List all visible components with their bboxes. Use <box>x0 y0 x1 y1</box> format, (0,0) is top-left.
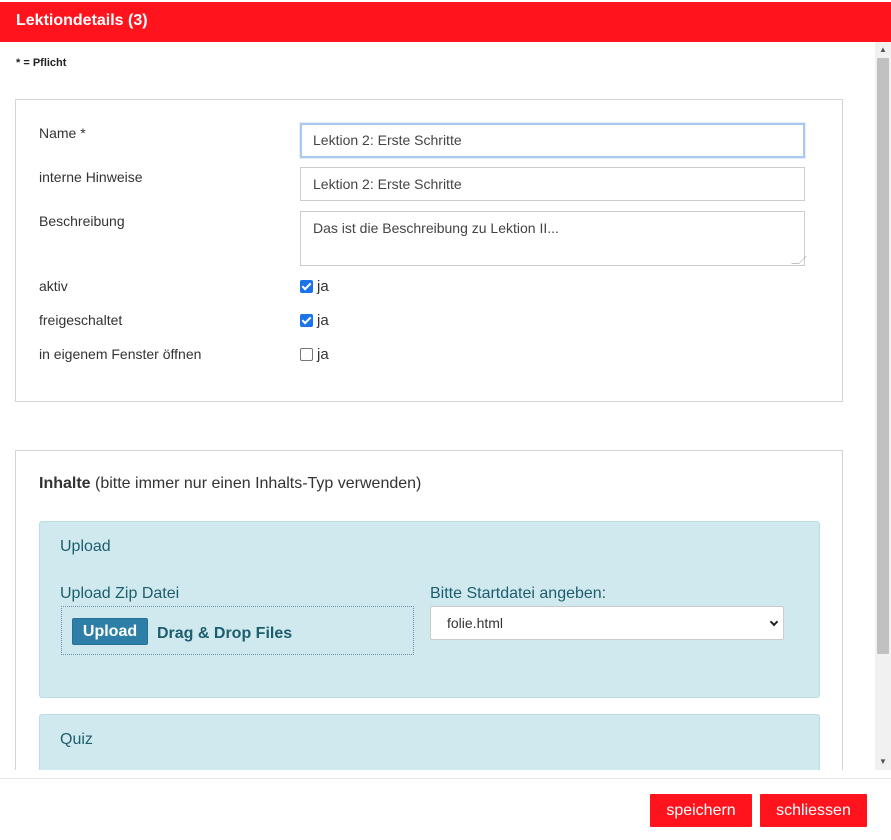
contents-heading-bold: Inhalte <box>39 475 91 492</box>
name-input-value: Lektion 2: Erste Schritte <box>313 132 462 148</box>
own-window-checkbox[interactable] <box>300 348 313 361</box>
active-label: aktiv <box>39 278 68 294</box>
contents-heading: Inhalte (bitte immer nur einen Inhalts-T… <box>39 475 421 493</box>
chevron-down-icon <box>769 617 779 627</box>
scroll-up-arrow-icon[interactable]: ▲ <box>875 42 891 58</box>
start-file-label: Bitte Startdatei angeben: <box>430 585 607 602</box>
unlocked-checkbox[interactable] <box>300 314 313 327</box>
name-label: Name * <box>39 125 86 141</box>
internal-notes-input[interactable]: Lektion 2: Erste Schritte <box>300 167 805 201</box>
own-window-checkbox-label: ja <box>317 346 329 363</box>
internal-notes-value: Lektion 2: Erste Schritte <box>313 176 462 192</box>
active-checkbox[interactable] <box>300 280 313 293</box>
start-file-value: folie.html <box>447 615 504 631</box>
upload-section-title: Upload <box>60 538 111 555</box>
save-button[interactable]: speichern <box>650 794 752 827</box>
name-input[interactable]: Lektion 2: Erste Schritte <box>300 123 805 158</box>
upload-section: Upload Upload Zip Datei Upload Drag & Dr… <box>39 521 820 698</box>
description-textarea[interactable]: Das ist die Beschreibung zu Lektion II..… <box>300 211 807 266</box>
dialog-footer: speichern schliessen <box>0 778 891 840</box>
own-window-label: in eigenem Fenster öffnen <box>39 346 202 362</box>
scrollbar-thumb[interactable] <box>877 58 889 654</box>
required-note: * = Pflicht <box>16 57 67 69</box>
description-value: Das ist die Beschreibung zu Lektion II..… <box>313 220 559 236</box>
quiz-section: Quiz <box>39 714 820 770</box>
quiz-section-title: Quiz <box>60 731 93 748</box>
dialog-title: Lektiondetails (3) <box>16 12 148 29</box>
dialog-body: * = Pflicht Name * Lektion 2: Erste Schr… <box>0 42 875 770</box>
internal-notes-label: interne Hinweise <box>39 169 143 185</box>
unlocked-checkbox-label: ja <box>317 312 329 329</box>
zip-upload-label: Upload Zip Datei <box>60 585 180 602</box>
scroll-down-arrow-icon[interactable]: ▼ <box>875 754 891 770</box>
active-checkbox-label: ja <box>317 278 329 295</box>
drag-drop-text: Drag & Drop Files <box>157 625 293 642</box>
vertical-scrollbar[interactable]: ▲ ▼ <box>875 42 891 770</box>
resize-grip-icon[interactable] <box>791 256 807 264</box>
contents-heading-hint: (bitte immer nur einen Inhalts-Typ verwe… <box>90 475 422 492</box>
unlocked-label: freigeschaltet <box>39 312 123 328</box>
close-button[interactable]: schliessen <box>760 794 867 827</box>
start-file-select[interactable]: folie.html <box>430 606 784 640</box>
contents-panel: Inhalte (bitte immer nur einen Inhalts-T… <box>15 450 843 770</box>
file-dropzone[interactable]: Upload Drag & Drop Files <box>61 606 414 655</box>
description-label: Beschreibung <box>39 213 125 229</box>
lesson-details-panel: Name * Lektion 2: Erste Schritte interne… <box>15 99 843 402</box>
dialog-header: Lektiondetails (3) <box>0 2 891 42</box>
upload-button[interactable]: Upload <box>72 618 148 645</box>
